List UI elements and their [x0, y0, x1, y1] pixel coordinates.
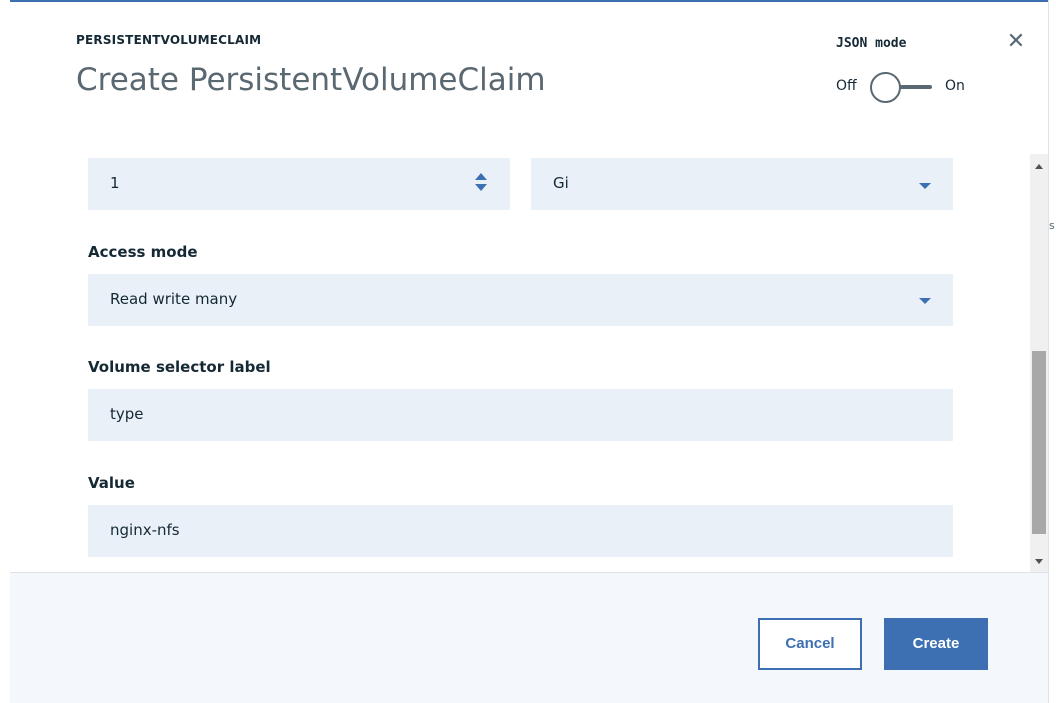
modal-title: Create PersistentVolumeClaim: [76, 62, 546, 98]
value-label: Value: [88, 474, 135, 492]
modal-eyebrow: PERSISTENTVOLUMECLAIM: [76, 33, 262, 47]
close-icon[interactable]: ✕: [1003, 29, 1029, 55]
cancel-button[interactable]: Cancel: [758, 618, 862, 670]
toggle-knob: [870, 72, 901, 103]
scrollbar-thumb[interactable]: [1032, 351, 1046, 534]
scroll-up-icon[interactable]: [1035, 164, 1043, 169]
storage-unit-select[interactable]: Gi: [531, 158, 953, 210]
access-mode-label: Access mode: [88, 243, 198, 261]
json-mode-toggle[interactable]: [870, 72, 934, 103]
toggle-off-label: Off: [836, 78, 857, 94]
chevron-down-icon: [919, 183, 931, 189]
json-mode-label: JSON mode: [836, 36, 907, 51]
modal-header: PERSISTENTVOLUMECLAIM Create PersistentV…: [10, 2, 1048, 155]
value-input-value: nginx-nfs: [110, 521, 180, 539]
volume-selector-label-value: type: [110, 405, 144, 423]
stepper-up-icon[interactable]: [475, 173, 487, 180]
storage-unit-value: Gi: [553, 174, 569, 192]
storage-amount-input[interactable]: 1: [88, 158, 510, 210]
background-app-text: s: [1049, 219, 1055, 232]
json-mode-toggle-group: Off On: [836, 72, 976, 103]
access-mode-value: Read write many: [110, 290, 238, 308]
background-app: [1048, 0, 1056, 703]
scroll-down-icon[interactable]: [1035, 559, 1043, 564]
access-mode-select[interactable]: Read write many: [88, 274, 953, 326]
modal-footer: Cancel Create: [10, 572, 1048, 703]
toggle-on-label: On: [945, 78, 965, 94]
modal-body: 1 Gi Access mode Read write many Volume …: [10, 154, 1048, 572]
volume-selector-label-input[interactable]: type: [88, 389, 953, 441]
storage-amount-value: 1: [110, 174, 120, 192]
volume-selector-label-heading: Volume selector label: [88, 358, 271, 376]
stepper-down-icon[interactable]: [475, 184, 487, 191]
create-button[interactable]: Create: [884, 618, 988, 670]
value-input[interactable]: nginx-nfs: [88, 505, 953, 557]
create-pvc-modal: PERSISTENTVOLUMECLAIM Create PersistentV…: [10, 0, 1048, 703]
number-stepper-icon[interactable]: [475, 173, 487, 195]
modal-scrollbar[interactable]: [1030, 154, 1048, 572]
chevron-down-icon: [919, 298, 931, 304]
